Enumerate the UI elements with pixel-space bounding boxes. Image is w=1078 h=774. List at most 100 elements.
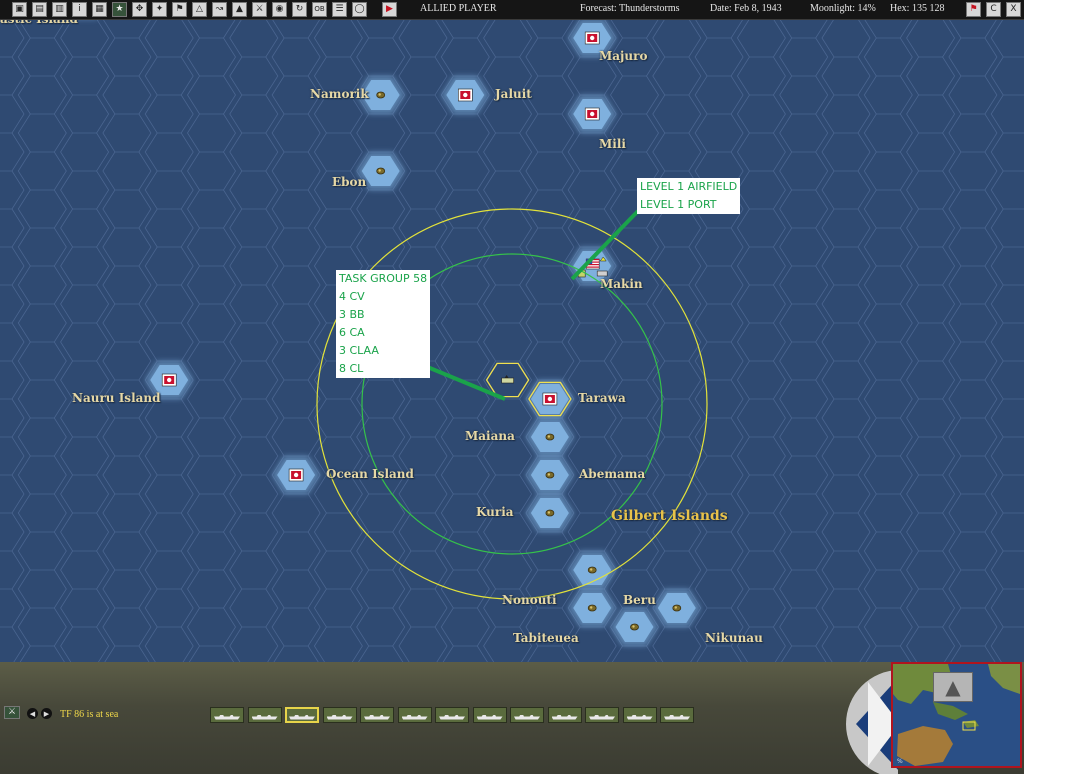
- atoll-dot: [547, 473, 551, 476]
- ship-silhouette-icon: [626, 714, 653, 720]
- japan-base-dot: [167, 377, 172, 383]
- ship-slot[interactable]: [435, 707, 469, 723]
- clipboard-icon[interactable]: ▥: [52, 2, 67, 17]
- ship-silhouette-icon: [439, 714, 465, 720]
- atoll-dot: [674, 606, 677, 609]
- airfield-note-line: LEVEL 1 AIRFIELD: [640, 180, 738, 193]
- airfield-note: LEVEL 1 AIRFIELD LEVEL 1 PORT: [637, 178, 741, 214]
- task-force-icon: [501, 377, 514, 384]
- report-icon[interactable]: ▤: [32, 2, 47, 17]
- ship-silhouette-icon: [401, 714, 428, 720]
- map-icon[interactable]: ▣: [12, 2, 27, 17]
- ship-slot[interactable]: [285, 707, 319, 723]
- label-majuro[interactable]: Majuro: [599, 49, 647, 63]
- star-icon[interactable]: ★: [112, 2, 127, 17]
- ship-slot[interactable]: [585, 707, 619, 723]
- sync-icon[interactable]: ↻: [292, 2, 307, 17]
- atoll-dot: [547, 511, 551, 514]
- ship-slot[interactable]: [472, 707, 507, 723]
- label-tarawa[interactable]: Tarawa: [578, 391, 626, 405]
- port-note-line: LEVEL 1 PORT: [640, 198, 717, 211]
- end-turn-icon[interactable]: ▶: [382, 2, 397, 17]
- label-mili[interactable]: Mili: [599, 137, 626, 151]
- task-group-cv: 4 CV: [339, 290, 365, 303]
- info-icon[interactable]: i: [72, 2, 87, 17]
- ship-silhouette-icon: [664, 714, 690, 720]
- atoll-dot: [590, 606, 593, 609]
- ship-slot[interactable]: [360, 707, 394, 723]
- label-abemama[interactable]: Abemama: [579, 467, 645, 481]
- japan-base-dot: [463, 92, 468, 98]
- ship-slot[interactable]: [660, 707, 694, 723]
- hex-map[interactable]: astic Island Majuro Namorik Jaluit Mili …: [0, 12, 1024, 662]
- unit-icon[interactable]: ▦: [92, 2, 107, 17]
- task-group-ca: 6 CA: [339, 326, 365, 339]
- ship-silhouette-icon: [589, 714, 615, 720]
- task-group-bb: 3 BB: [339, 308, 365, 321]
- label-gilbert-islands: Gilbert Islands: [611, 508, 728, 524]
- ship-slot[interactable]: [247, 707, 282, 723]
- ship-silhouette-icon: [289, 714, 315, 720]
- atoll-dot: [632, 625, 635, 628]
- task-group-note: TASK GROUP 58 4 CV 3 BB 6 CA 3 CLAA 8 CL: [336, 270, 431, 378]
- label-nonouti[interactable]: Nonouti: [502, 593, 557, 607]
- aircraft-icon[interactable]: ✥: [132, 2, 147, 17]
- orbit-icon[interactable]: ◯: [352, 2, 367, 17]
- plane-icon[interactable]: ✦: [152, 2, 167, 17]
- label-ebon[interactable]: Ebon: [332, 175, 366, 189]
- list-icon[interactable]: ☰: [332, 2, 347, 17]
- japan-base-dot: [590, 35, 595, 41]
- label-kuria[interactable]: Kuria: [476, 505, 514, 519]
- task-group-cl: 8 CL: [339, 362, 364, 375]
- bottom-panel: ⚔ ◀ ▶ TF 86 is at sea: [0, 662, 1024, 774]
- ship-slot[interactable]: [210, 707, 244, 723]
- c-button[interactable]: C: [986, 2, 1001, 17]
- label-maiana[interactable]: Maiana: [465, 429, 515, 443]
- atoll-dot: [378, 93, 381, 96]
- port-icon: [596, 270, 608, 277]
- ship-slot[interactable]: [547, 707, 582, 723]
- atoll-dot: [547, 435, 551, 438]
- label-nikunau[interactable]: Nikunau: [705, 631, 763, 645]
- label-namorik[interactable]: Namorik: [310, 87, 369, 101]
- ship-slot[interactable]: [622, 707, 657, 723]
- next-arrow-icon[interactable]: ▶: [41, 708, 52, 719]
- hex-label: Hex: 135 128: [890, 3, 945, 14]
- label-makin[interactable]: Makin: [600, 277, 643, 291]
- globe-icon[interactable]: ◉: [272, 2, 287, 17]
- task-group-title: TASK GROUP 58: [339, 272, 428, 285]
- prev-arrow-icon[interactable]: ◀: [27, 708, 38, 719]
- task-force-icon[interactable]: ⚔: [4, 706, 20, 719]
- ship-silhouette-icon: [251, 714, 278, 720]
- top-toolbar: ▣ ▤ ▥ i ▦ ★ ✥ ✦ ⚑ △ ↝ ▲ ⚔ ◉ ↻ OB ☰ ◯ ▶ ALLIED PLAYER Forec…: [0, 0, 1024, 20]
- task-force-status: TF 86 is at sea: [60, 709, 119, 720]
- label-jaluit[interactable]: Jaluit: [495, 87, 532, 101]
- mini-map[interactable]: % ▲: [891, 662, 1022, 768]
- terrain-icon[interactable]: ▲: [232, 2, 247, 17]
- label-nauru-island[interactable]: Nauru Island: [72, 391, 161, 405]
- ship-slot[interactable]: [397, 707, 432, 723]
- label-ocean-island[interactable]: Ocean Island: [326, 467, 414, 481]
- ship-slot[interactable]: [322, 707, 357, 723]
- japan-base-dot: [293, 472, 299, 478]
- ship-slot[interactable]: [510, 707, 544, 723]
- ob-icon[interactable]: OB: [312, 2, 327, 17]
- label-tabiteuea[interactable]: Tabiteuea: [513, 631, 579, 645]
- route-icon[interactable]: ↝: [212, 2, 227, 17]
- atoll-dot: [590, 568, 593, 571]
- ship-silhouette-icon: [326, 714, 353, 720]
- japan-base-dot: [547, 396, 553, 402]
- flag-icon[interactable]: ⚑: [966, 2, 981, 17]
- flag-icon[interactable]: ⚑: [172, 2, 187, 17]
- svg-text:%: %: [897, 758, 903, 765]
- ship-icon[interactable]: △: [192, 2, 207, 17]
- label-beru[interactable]: Beru: [623, 593, 656, 607]
- task-force-icon[interactable]: ⚔: [252, 2, 267, 17]
- forecast-label: Forecast: Thunderstorms: [580, 3, 680, 14]
- map-canvas: [0, 19, 1024, 662]
- game-screen: astic Island Majuro Namorik Jaluit Mili …: [0, 0, 1024, 774]
- ship-silhouette-icon: [364, 714, 390, 720]
- us-flag-stripe: [586, 266, 600, 268]
- close-button[interactable]: X: [1006, 2, 1021, 17]
- scroll-up-icon[interactable]: ▲: [933, 672, 973, 702]
